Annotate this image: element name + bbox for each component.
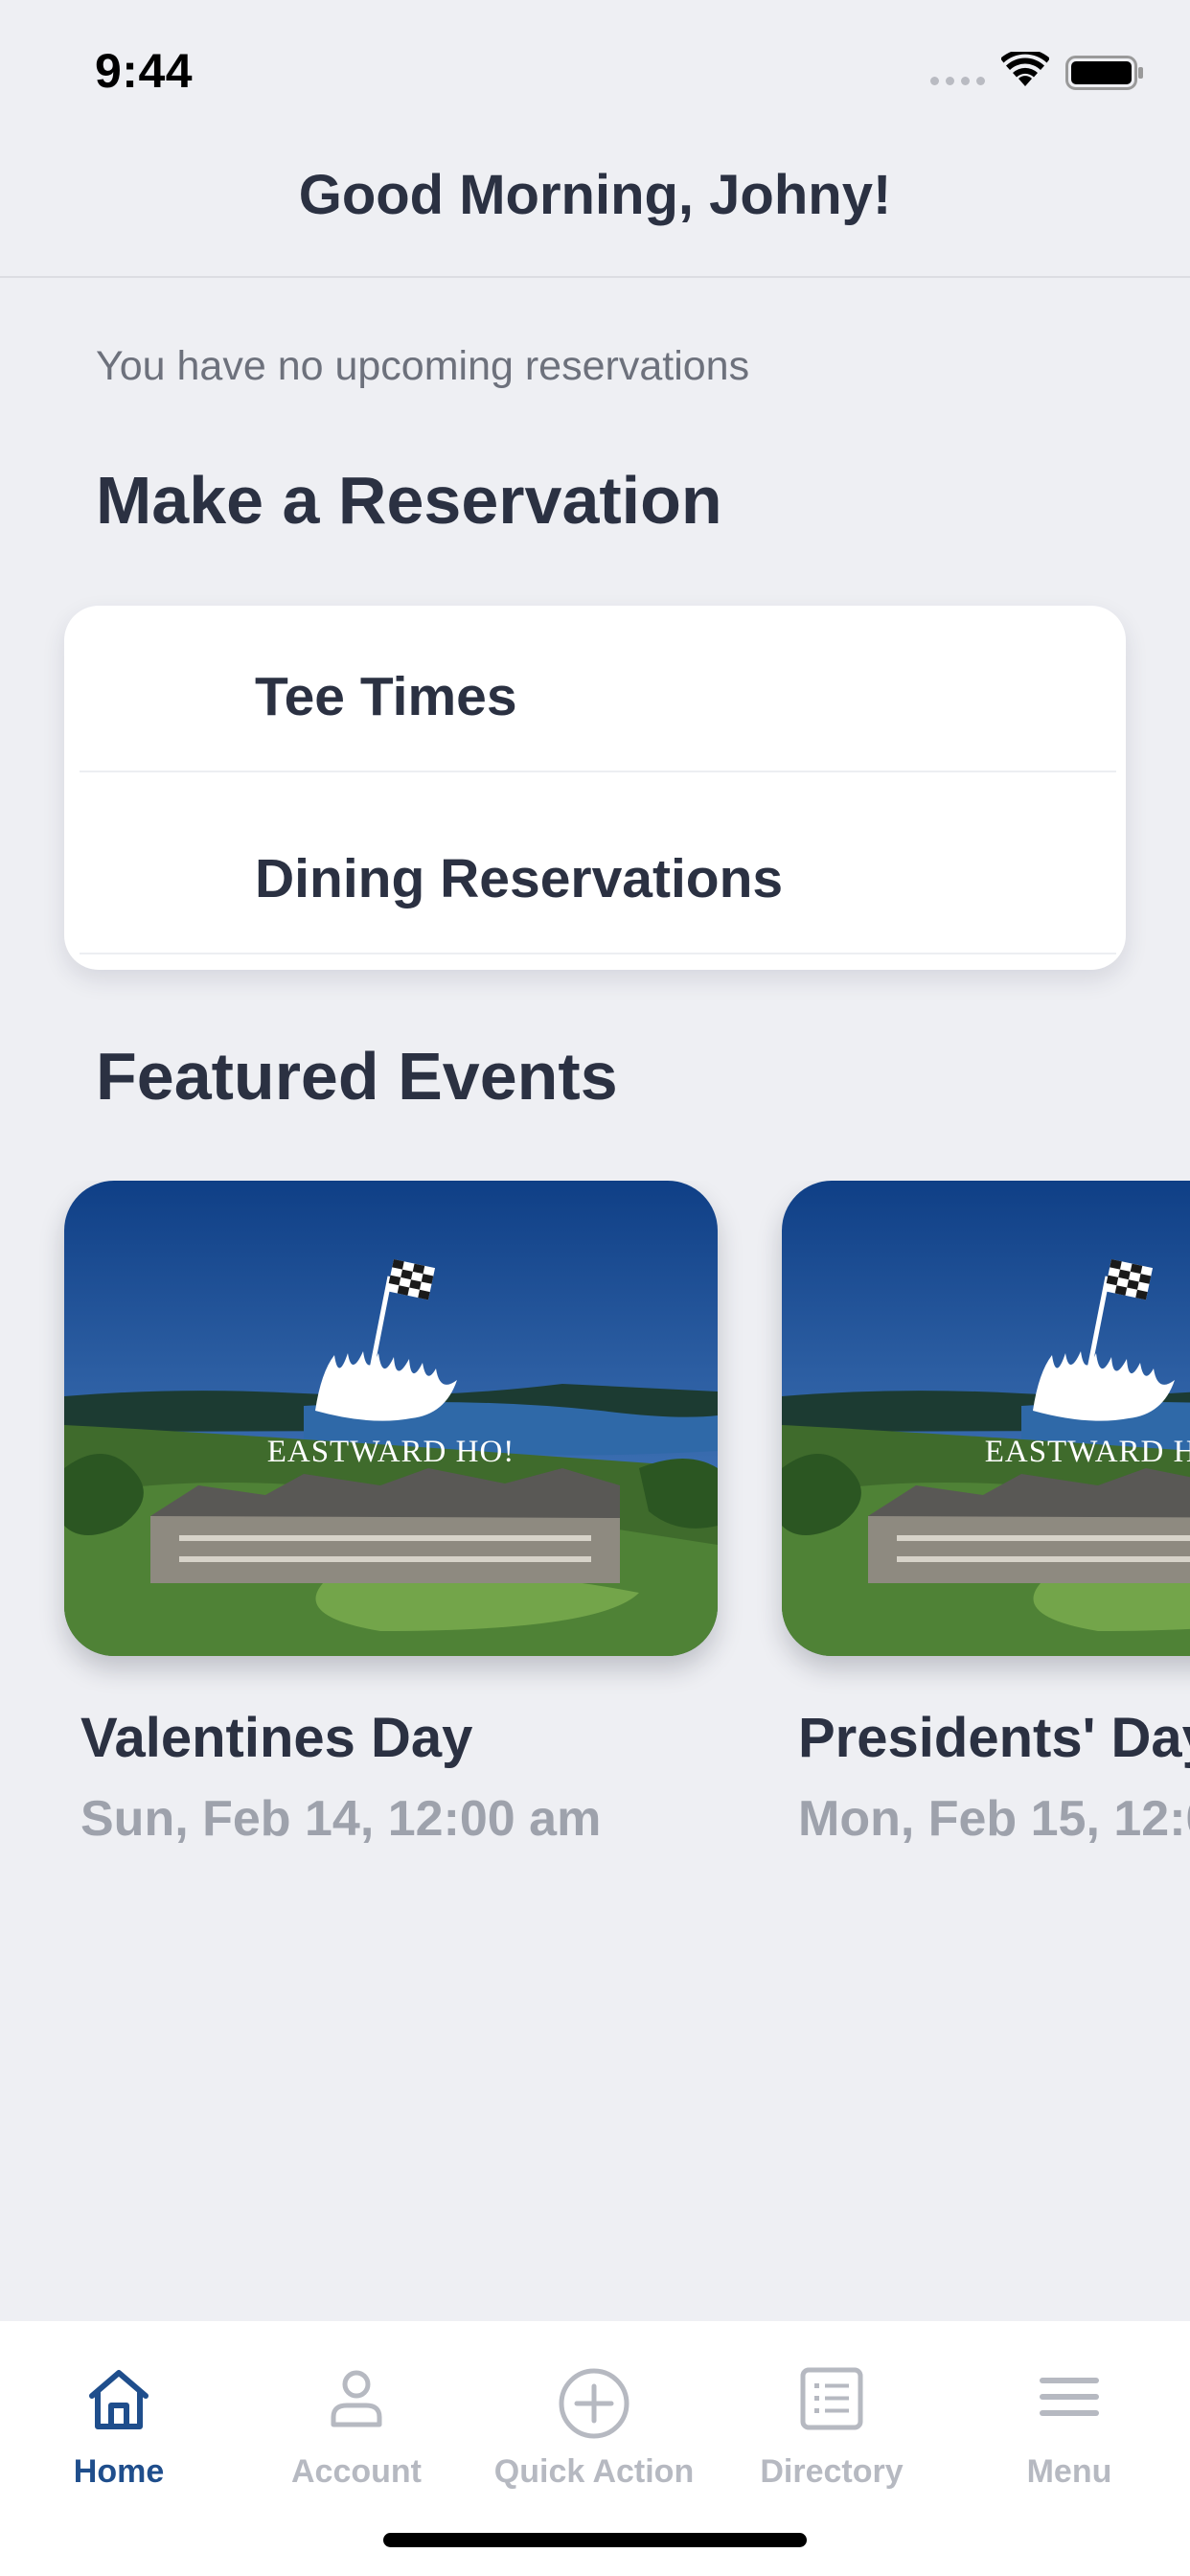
tab-label: Directory (760, 2453, 904, 2490)
event-card[interactable]: EASTWARD HO! Presidents' Day Mon, Feb 15… (782, 1181, 1190, 1847)
header: Good Morning, Johny! (0, 134, 1190, 278)
tab-account[interactable]: Account (238, 2321, 475, 2513)
hamburger-menu-icon (1040, 2378, 1099, 2416)
make-reservation-heading: Make a Reservation (96, 463, 722, 538)
home-indicator (383, 2533, 807, 2547)
event-image: EASTWARD HO! (64, 1181, 718, 1656)
greeting-title: Good Morning, Johny! (298, 164, 892, 226)
event-image: EASTWARD HO! (782, 1181, 1190, 1656)
event-card[interactable]: EASTWARD HO! Valentines Day Sun, Feb 14,… (64, 1181, 718, 1847)
tee-times-label: Tee Times (255, 666, 517, 727)
divider (80, 770, 1116, 772)
tab-label: Home (73, 2453, 165, 2490)
no-reservations-message: You have no upcoming reservations (96, 343, 750, 389)
featured-events-carousel[interactable]: EASTWARD HO! Valentines Day Sun, Feb 14,… (0, 1181, 1190, 1871)
tab-label: Menu (1026, 2453, 1112, 2490)
home-icon (89, 2370, 149, 2429)
plus-circle-icon (559, 2368, 629, 2439)
cellular-signal-icon (930, 77, 985, 85)
tab-directory[interactable]: Directory (713, 2321, 950, 2513)
tee-times-button[interactable]: Tee Times (64, 606, 1126, 788)
event-logo-text: EASTWARD HO! (985, 1435, 1190, 1469)
event-logo-text: EASTWARD HO! (267, 1435, 515, 1469)
tab-menu[interactable]: Menu (950, 2321, 1188, 2513)
divider (80, 953, 1116, 954)
status-time: 9:44 (95, 44, 194, 98)
dining-reservations-label: Dining Reservations (255, 848, 784, 909)
event-date: Mon, Feb 15, 12:00 am (798, 1791, 1190, 1847)
event-date: Sun, Feb 14, 12:00 am (80, 1791, 602, 1847)
list-document-icon (800, 2367, 863, 2430)
dining-reservations-button[interactable]: Dining Reservations (64, 788, 1126, 970)
person-icon (331, 2370, 382, 2427)
event-title: Valentines Day (80, 1707, 473, 1769)
tab-quick-action[interactable]: Quick Action (475, 2321, 713, 2513)
tab-label: Quick Action (493, 2453, 695, 2490)
tab-home[interactable]: Home (0, 2321, 238, 2513)
reservation-options-card: Tee Times Dining Reservations (64, 606, 1126, 970)
status-bar: 9:44 (0, 0, 1190, 134)
featured-events-heading: Featured Events (96, 1039, 618, 1114)
event-title: Presidents' Day (798, 1707, 1190, 1769)
tab-label: Account (291, 2453, 422, 2490)
battery-icon (1065, 56, 1143, 90)
wifi-icon (1001, 52, 1049, 86)
